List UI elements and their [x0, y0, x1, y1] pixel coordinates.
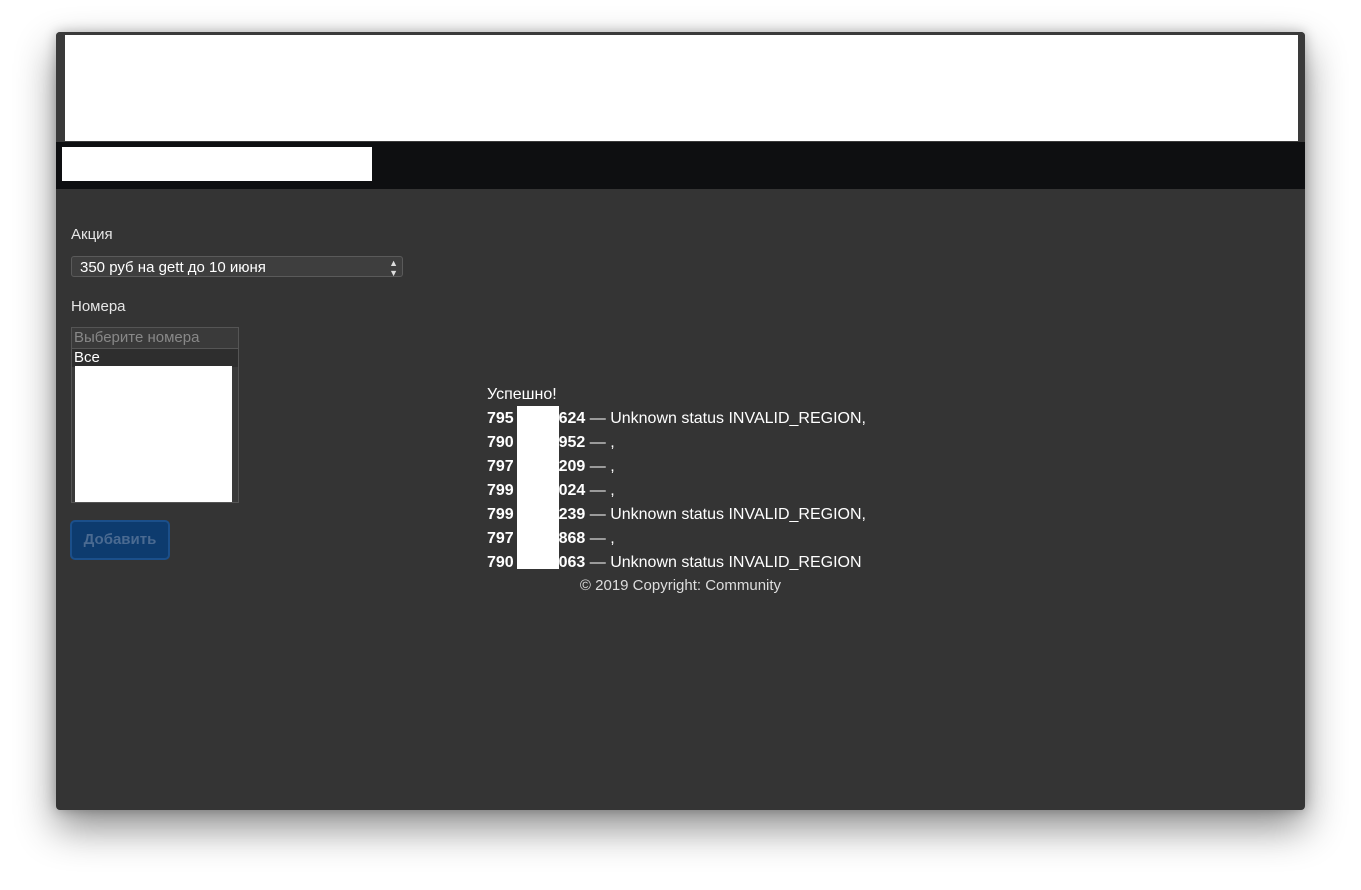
- result-status: — Unknown status INVALID_REGION,: [585, 506, 866, 523]
- promo-label: Акция: [71, 226, 113, 243]
- add-button[interactable]: Добавить: [70, 520, 170, 560]
- result-number-start: 799: [487, 506, 514, 523]
- result-number-start: 797: [487, 530, 514, 547]
- result-number-start: 790: [487, 434, 514, 451]
- result-status: — ,: [585, 458, 615, 475]
- footer-copyright: © 2019 Copyright: Community: [579, 577, 782, 594]
- redacted-header-block: [65, 35, 1298, 141]
- promo-select[interactable]: 350 руб на gett до 10 июня ▲ ▼: [71, 256, 403, 278]
- result-number-start: 795: [487, 410, 514, 427]
- result-number-start: 797: [487, 458, 514, 475]
- result-number-start: 799: [487, 482, 514, 499]
- result-number-start: 790: [487, 554, 514, 571]
- redacted-options-block: [75, 366, 232, 502]
- promo-select-value: 350 руб на gett до 10 июня: [80, 259, 266, 276]
- numbers-label: Номера: [71, 298, 126, 315]
- header-area: [56, 32, 1305, 142]
- result-status: — Unknown status INVALID_REGION,: [585, 410, 866, 427]
- numbers-option-all[interactable]: Все: [72, 349, 238, 367]
- select-arrows-icon: ▲ ▼: [389, 258, 398, 278]
- navbar: [56, 142, 1305, 189]
- success-message: Успешно!: [487, 386, 557, 403]
- result-status: — ,: [585, 530, 615, 547]
- redacted-numbers-block: [517, 406, 559, 569]
- result-status: — ,: [585, 482, 615, 499]
- numbers-search-input[interactable]: Выберите номера: [72, 328, 238, 349]
- result-status: — Unknown status INVALID_REGION: [585, 554, 862, 571]
- result-status: — ,: [585, 434, 615, 451]
- browser-window: Акция 350 руб на gett до 10 июня ▲ ▼ Номе…: [56, 32, 1305, 810]
- redacted-brand-block[interactable]: [62, 147, 372, 181]
